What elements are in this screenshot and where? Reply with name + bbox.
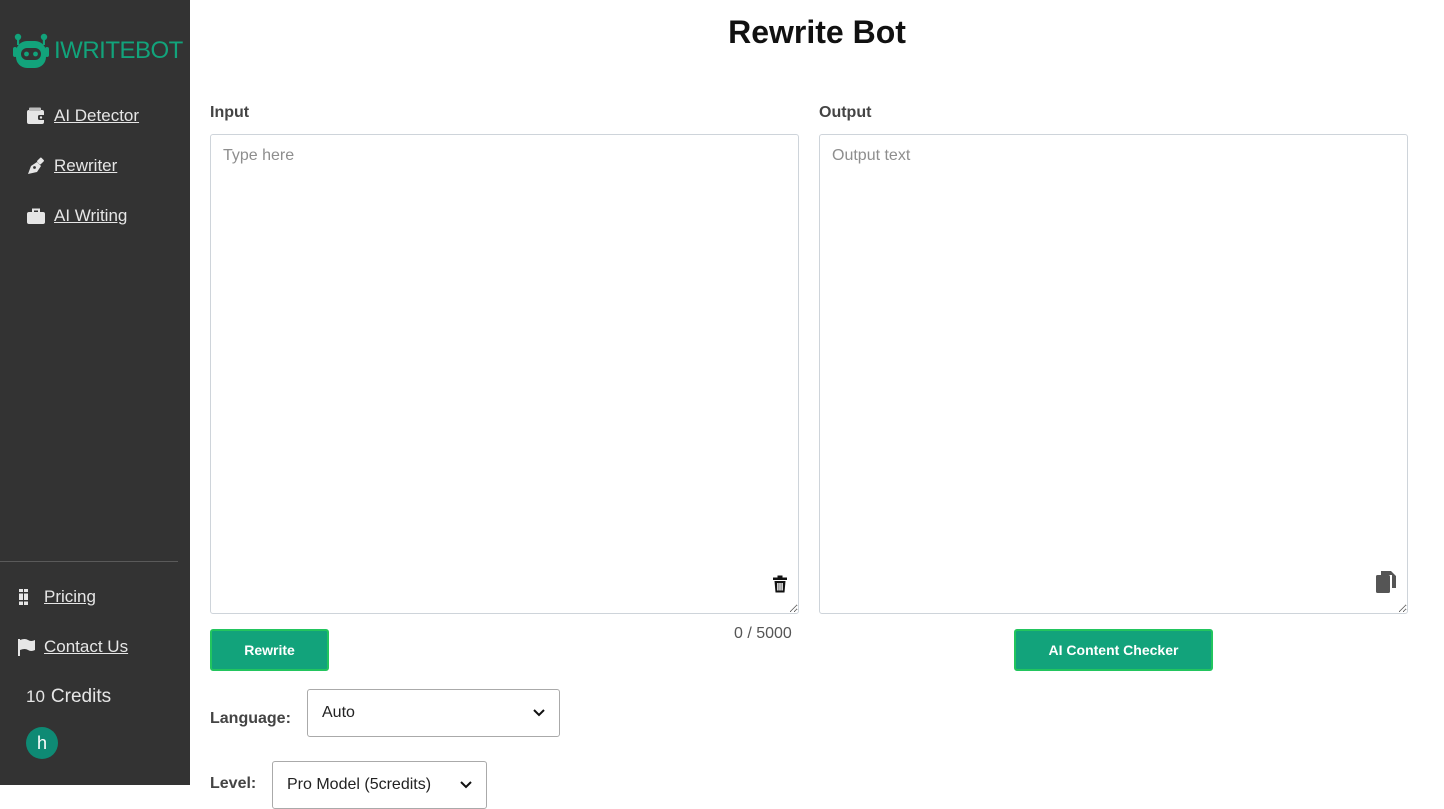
input-textarea[interactable]	[210, 134, 799, 614]
trash-icon[interactable]	[771, 575, 789, 598]
output-label: Output	[819, 104, 872, 121]
chevron-down-icon	[460, 776, 472, 794]
brand-name: IWRITEBOT	[54, 37, 183, 64]
robot-logo-icon	[13, 33, 49, 68]
model-select[interactable]: Pro Model (5credits)	[272, 761, 487, 809]
sidebar-item-pricing[interactable]: Pricing	[16, 587, 96, 607]
model-select-value: Pro Model (5credits)	[287, 776, 432, 793]
sidebar-item-label: AI Detector	[54, 106, 140, 125]
credits-count: 10	[26, 687, 45, 706]
flag-icon	[16, 637, 36, 657]
sidebar-item-label: Rewriter	[54, 156, 118, 175]
sidebar-divider	[0, 561, 178, 562]
sidebar-item-label: Pricing	[44, 587, 96, 606]
brand-logo[interactable]: IWRITEBOT	[12, 32, 183, 70]
output-textarea[interactable]	[819, 134, 1408, 614]
rewrite-button[interactable]: Rewrite	[210, 629, 329, 671]
chevron-down-icon	[533, 704, 545, 722]
level-label: Level:	[210, 775, 257, 792]
ai-content-checker-button[interactable]: AI Content Checker	[1014, 629, 1213, 671]
language-label: Language:	[210, 710, 291, 727]
language-select[interactable]: Auto	[307, 689, 560, 737]
character-counter: 0 / 5000	[734, 625, 792, 642]
wallet-icon	[26, 106, 46, 126]
language-select-value: Auto	[322, 704, 355, 721]
sidebar-item-label: AI Writing	[54, 206, 128, 225]
page-title: Rewrite Bot	[728, 14, 906, 50]
avatar[interactable]: h	[26, 727, 58, 759]
copy-icon[interactable]	[1375, 570, 1397, 599]
sidebar-item-contact-us[interactable]: Contact Us	[16, 637, 128, 657]
sidebar-item-ai-detector[interactable]: AI Detector	[26, 106, 139, 126]
books-icon	[16, 587, 36, 607]
credits-display: 10 Credits	[26, 686, 111, 708]
pen-nib-icon	[26, 156, 46, 176]
input-label: Input	[210, 104, 250, 121]
sidebar-item-rewriter[interactable]: Rewriter	[26, 156, 117, 176]
sidebar-item-ai-writing[interactable]: AI Writing	[26, 206, 127, 226]
sidebar: IWRITEBOT AI Detector Rewriter AI Writin…	[0, 0, 190, 785]
sidebar-item-label: Contact Us	[44, 637, 129, 656]
credits-label: Credits	[50, 686, 112, 707]
briefcase-icon	[26, 206, 46, 226]
